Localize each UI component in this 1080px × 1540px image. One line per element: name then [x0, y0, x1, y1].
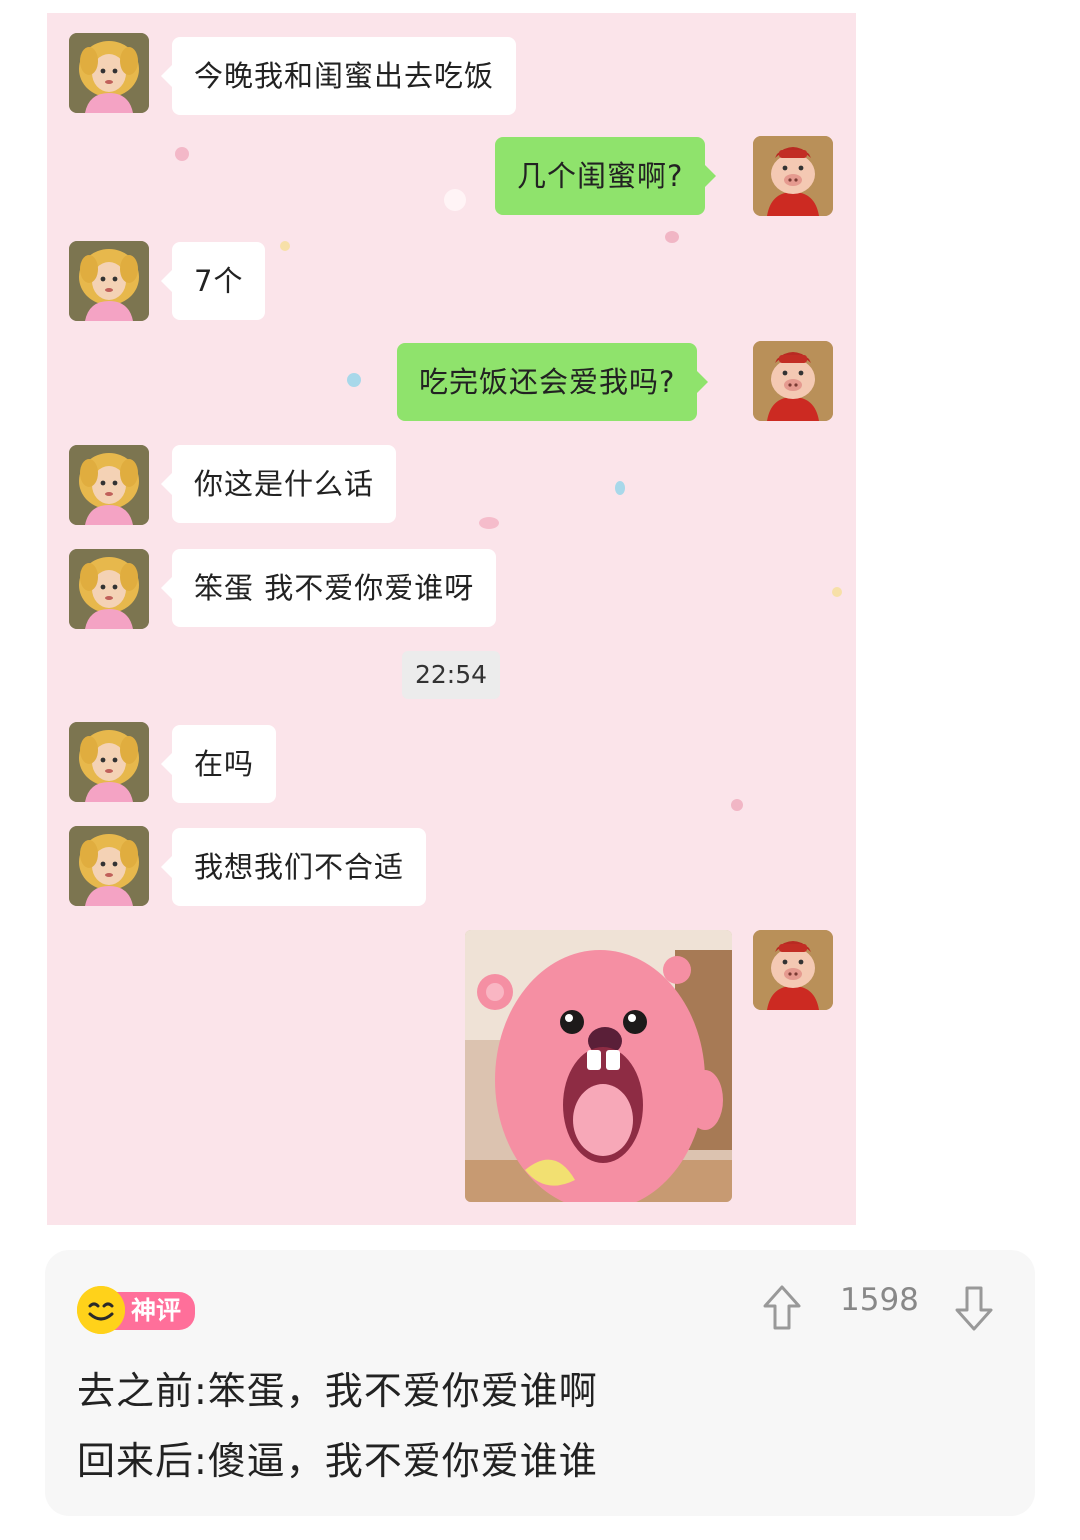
timestamp: 22:54: [402, 651, 500, 699]
pink-beaver-sticker-icon: [465, 930, 732, 1202]
avatar-girl[interactable]: [69, 241, 149, 321]
message-bubble[interactable]: 笨蛋 我不爱你爱谁呀: [160, 549, 497, 627]
avatar-pig[interactable]: [753, 136, 833, 216]
confetti-dot: [280, 241, 290, 251]
downvote-button[interactable]: [953, 1284, 995, 1332]
comment-text-line: 去之前:笨蛋，我不爱你爱谁啊: [77, 1369, 598, 1413]
avatar-pig[interactable]: [753, 930, 833, 1010]
top-comment-badge: 神评: [77, 1286, 207, 1334]
confetti-dot: [175, 147, 189, 161]
upvote-button[interactable]: [761, 1284, 803, 1332]
message-bubble[interactable]: 吃完饭还会爱我吗?: [397, 343, 709, 421]
confetti-dot: [665, 231, 679, 243]
avatar-girl[interactable]: [69, 33, 149, 113]
confetti-dot: [479, 517, 499, 529]
confetti-dot: [444, 189, 466, 211]
thumb-up-arrow-icon: [763, 1285, 801, 1330]
vote-count: 1598: [840, 1282, 919, 1318]
avatar-girl[interactable]: [69, 722, 149, 802]
message-bubble[interactable]: 7个: [160, 242, 266, 320]
message-bubble[interactable]: 几个闺蜜啊?: [495, 137, 717, 215]
chat-window: 今晚我和闺蜜出去吃饭 几个闺蜜啊? 7个 吃完饭还会爱我吗? 你这是什么话 笨蛋…: [47, 13, 856, 1225]
message-bubble[interactable]: 你这是什么话: [160, 445, 397, 523]
message-bubble[interactable]: 在吗: [160, 725, 277, 803]
comment-card: 神评 1598 去之前:笨蛋，我不爱你爱谁啊 回来后:傻逼，我不爱你爱谁谁: [45, 1250, 1035, 1516]
message-bubble[interactable]: 今晚我和闺蜜出去吃饭: [160, 37, 517, 115]
comment-text-line: 回来后:傻逼，我不爱你爱谁谁: [77, 1439, 598, 1483]
confetti-dot: [615, 481, 625, 495]
confetti-dot: [832, 587, 842, 597]
avatar-girl[interactable]: [69, 549, 149, 629]
sticker-image[interactable]: [465, 930, 732, 1202]
avatar-pig[interactable]: [753, 341, 833, 421]
confetti-dot: [731, 799, 743, 811]
message-bubble[interactable]: 我想我们不合适: [160, 828, 427, 906]
avatar-girl[interactable]: [69, 445, 149, 525]
thumb-down-arrow-icon: [955, 1286, 993, 1331]
smiley-icon: [77, 1286, 125, 1334]
avatar-girl[interactable]: [69, 826, 149, 906]
confetti-dot: [347, 373, 361, 387]
